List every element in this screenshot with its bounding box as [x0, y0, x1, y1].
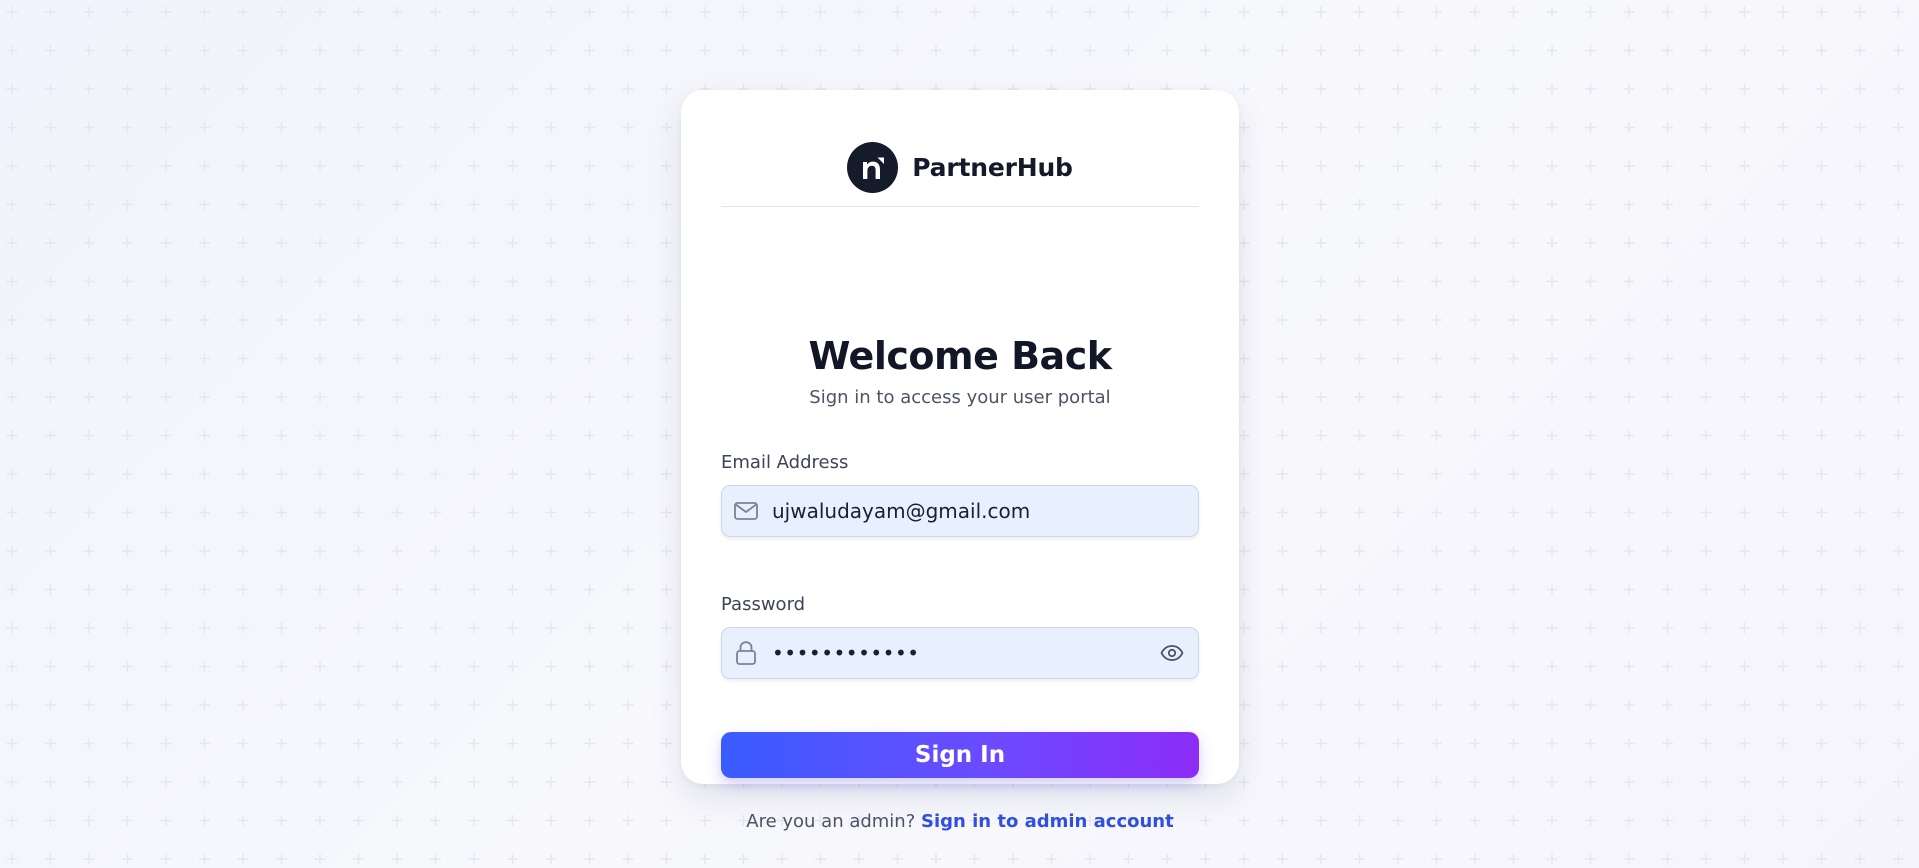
brand-logo: [847, 142, 899, 193]
page-subtitle: Sign in to access your user portal: [809, 387, 1111, 408]
admin-signin-link[interactable]: Sign in to admin account: [921, 811, 1174, 832]
admin-prompt-text: Are you an admin?: [746, 811, 916, 832]
password-input-value[interactable]: ••••••••••••: [772, 641, 1146, 665]
page-title: Welcome Back: [808, 334, 1113, 378]
email-field[interactable]: ujwaludayam@gmail.com: [721, 485, 1199, 537]
password-field[interactable]: ••••••••••••: [721, 627, 1199, 679]
login-card: PartnerHub Welcome Back Sign in to acces…: [681, 90, 1239, 832]
eye-icon[interactable]: [1146, 628, 1198, 678]
brand-name: PartnerHub: [912, 153, 1073, 182]
sign-in-button[interactable]: Sign In: [721, 732, 1199, 778]
email-label: Email Address: [721, 452, 849, 473]
email-input-value[interactable]: ujwaludayam@gmail.com: [772, 498, 1198, 524]
logo-icon: [862, 157, 884, 179]
password-label: Password: [721, 594, 806, 615]
brand-header: PartnerHub: [721, 142, 1199, 207]
lock-icon: [720, 628, 772, 678]
mail-icon: [720, 486, 772, 536]
admin-prompt: Are you an admin? Sign in to admin accou…: [681, 810, 1239, 834]
